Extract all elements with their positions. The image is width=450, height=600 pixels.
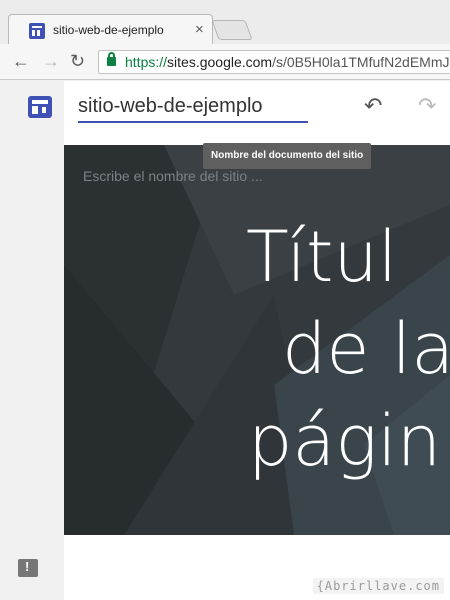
new-tab-button[interactable] [211,20,253,40]
url-path: /s/0B5H0la1TMfufN2dEMmJ [272,54,450,70]
editor-header: ↶ ↷ [64,81,450,145]
browser-tab[interactable]: sitio-web-de-ejemplo × [8,14,213,46]
watermark: {Abrirllave.com [312,578,444,594]
page-canvas: Escribe el nombre del sitio ... Títul de… [64,145,450,600]
page-title-line: págin [248,400,442,482]
page-title[interactable]: Títul de la págin [246,211,450,487]
site-name-placeholder[interactable]: Escribe el nombre del sitio ... [83,168,263,184]
url-protocol: https:// [125,54,168,70]
redo-icon[interactable]: ↷ [418,93,436,119]
site-document-name-input[interactable] [78,93,308,123]
google-sites-favicon-icon [29,23,45,39]
feedback-icon[interactable] [18,559,38,577]
hero-banner[interactable]: Escribe el nombre del sitio ... Títul de… [64,145,450,535]
tab-title: sitio-web-de-ejemplo [53,23,164,37]
forward-icon[interactable]: → [42,51,60,71]
reload-icon[interactable]: ↻ [70,51,85,71]
google-sites-logo-icon[interactable] [28,96,52,118]
back-icon[interactable]: ← [12,51,30,71]
page-title-line: de la [282,308,450,390]
page-title-line: Títul [246,216,398,298]
browser-toolbar: ← → ↻ https://sites.google.com/s/0B5H0la… [0,44,450,80]
tooltip: Nombre del documento del sitio [203,143,372,169]
tab-strip: sitio-web-de-ejemplo × [0,0,450,46]
tab-close-icon[interactable]: × [195,21,204,38]
address-bar[interactable]: https://sites.google.com/s/0B5H0la1TMfuf… [98,50,450,74]
undo-icon[interactable]: ↶ [364,93,382,119]
left-rail [0,81,64,600]
url-text: https://sites.google.com/s/0B5H0la1TMfuf… [125,54,450,70]
url-host: sites.google.com [167,54,273,70]
lock-icon [107,52,116,66]
